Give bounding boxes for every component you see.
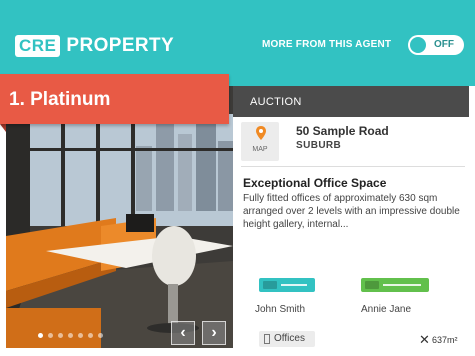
address-suburb: SUBURB bbox=[296, 140, 342, 151]
address-street[interactable]: 50 Sample Road bbox=[296, 124, 389, 138]
pagination-dot[interactable] bbox=[58, 333, 63, 338]
map-label: MAP bbox=[252, 146, 268, 153]
pagination-dot[interactable] bbox=[38, 333, 43, 338]
expand-arrows-icon: ✕ bbox=[419, 332, 430, 347]
listing-description: Fully fitted offices of approximately 63… bbox=[243, 193, 460, 230]
property-type-label: Offices bbox=[274, 333, 305, 344]
gallery-next-button[interactable]: › bbox=[202, 321, 226, 345]
gallery-pagination bbox=[38, 333, 103, 338]
chevron-left-icon: ‹ bbox=[180, 324, 186, 341]
logo-box: CRE bbox=[15, 35, 61, 57]
agency-logo-mark bbox=[263, 281, 277, 289]
agent-name[interactable]: Annie Jane bbox=[361, 304, 411, 315]
tier-ribbon: 1. Platinum bbox=[0, 74, 229, 124]
map-button[interactable]: MAP bbox=[241, 122, 279, 161]
pagination-dot[interactable] bbox=[98, 333, 103, 338]
floor-size: 637m² bbox=[432, 335, 458, 345]
agency-logo-badge[interactable] bbox=[259, 278, 315, 292]
toggle-state-label: OFF bbox=[434, 39, 454, 50]
toggle-knob bbox=[410, 37, 426, 53]
sale-type-bar: AUCTION bbox=[233, 86, 469, 117]
property-type-chip: Offices bbox=[259, 331, 315, 347]
agency-logo-text bbox=[383, 284, 421, 286]
agent-name[interactable]: John Smith bbox=[255, 304, 305, 315]
office-photo-illustration bbox=[6, 86, 233, 348]
divider bbox=[241, 166, 465, 167]
agency-logo-text bbox=[281, 284, 307, 286]
listing-title[interactable]: Exceptional Office Space bbox=[243, 176, 386, 190]
agency-logo-mark bbox=[365, 281, 379, 289]
agency-logo-badge[interactable] bbox=[361, 278, 429, 292]
brand-logo[interactable]: CRE PROPERTY bbox=[15, 35, 174, 57]
listing-details-panel: AUCTION MAP 50 Sample Road SUBURB Except… bbox=[233, 86, 469, 351]
sale-type-label: AUCTION bbox=[250, 96, 302, 108]
chevron-right-icon: › bbox=[211, 324, 217, 341]
logo-text: PROPERTY bbox=[66, 35, 175, 56]
ribbon-fold bbox=[0, 124, 6, 132]
pagination-dot[interactable] bbox=[68, 333, 73, 338]
more-from-agent-toggle[interactable]: OFF bbox=[408, 35, 464, 55]
pagination-dot[interactable] bbox=[78, 333, 83, 338]
more-from-agent-label: MORE FROM THIS AGENT bbox=[262, 39, 392, 50]
gallery-prev-button[interactable]: ‹ bbox=[171, 321, 195, 345]
listing-photo[interactable] bbox=[6, 86, 233, 348]
pagination-dot[interactable] bbox=[48, 333, 53, 338]
tier-label: 1. Platinum bbox=[9, 89, 111, 110]
building-icon bbox=[264, 334, 270, 344]
map-pin-icon bbox=[256, 126, 266, 140]
pagination-dot[interactable] bbox=[88, 333, 93, 338]
